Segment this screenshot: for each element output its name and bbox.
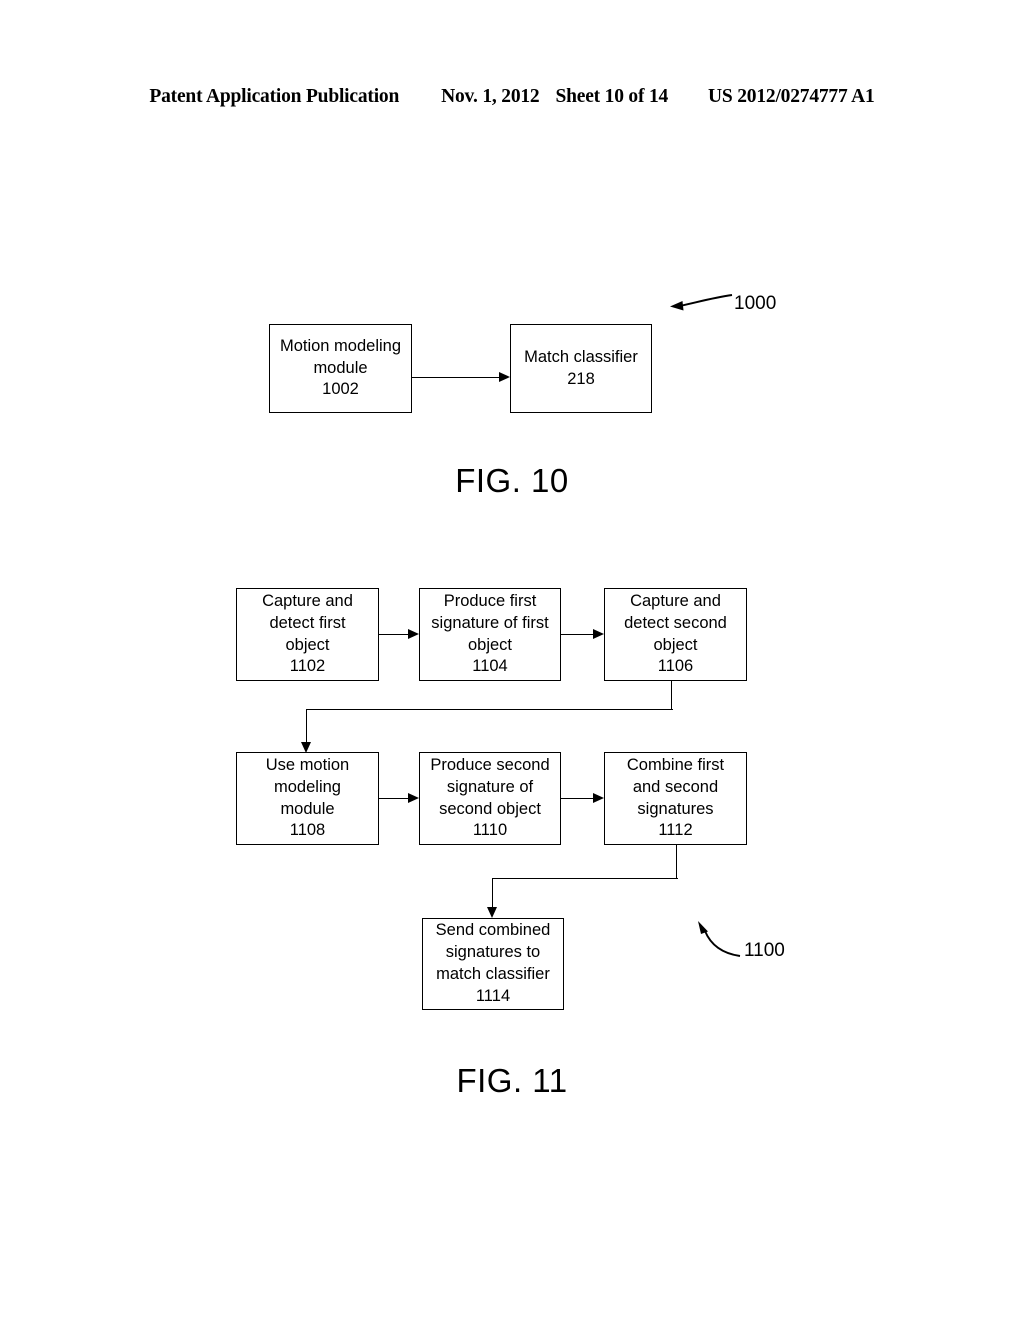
box-1104-line-1: Produce first [443,591,537,610]
box-1110-line-2: signature of [446,777,534,796]
box-1002-line-2: module [313,358,368,377]
box-1108-line-4: 1108 [289,821,326,840]
box-1114-line-3: match classifier [436,965,550,983]
box-1114-line-2: signatures to [445,943,541,962]
box-1112-line-4: 1112 [658,821,693,840]
box-1102-line-2: detect first [269,613,346,632]
box-1106-line-3: object [653,635,698,654]
flowchart-box-218: Match classifier 218 [510,324,652,413]
connector-1106-to-1108-seg-left [306,709,673,710]
box-1102-line-3: object [285,635,330,654]
box-1106-line-1: Capture and [630,591,721,610]
box-1002-line-1: Motion modeling [279,336,402,355]
box-218-line-2: 218 [567,369,595,388]
reference-number-1100: 1100 [744,940,785,961]
figure-11-caption: FIG. 11 [456,1062,568,1099]
box-1002-line-3: 1002 [322,380,359,399]
flowchart-box-1114: Send combined signatures to match classi… [422,918,564,1010]
arrowhead-1002-to-218 [499,371,510,382]
box-218-line-1: Match classifier [524,347,638,366]
box-1104-line-2: signature of first [431,613,549,632]
page-header: Patent Application Publication Nov. 1, 2… [0,86,1024,108]
box-1110-line-3: second object [439,799,541,818]
arrowhead-1110-to-1112 [593,792,604,803]
flowchart-box-1002: Motion modeling module 1002 [269,324,412,413]
connector-1102-to-1104 [379,634,408,635]
figure-10-caption: FIG. 10 [455,462,569,499]
flowchart-box-1110: Produce second signature of second objec… [419,752,561,845]
box-1112-line-3: signatures [637,799,714,818]
connector-1104-to-1106 [561,634,593,635]
box-1114-line-1: Send combined [435,921,551,940]
arrowhead-1108-to-1110 [408,792,419,803]
connector-1108-to-1110 [379,798,408,799]
box-1112-line-2: and second [632,777,719,796]
flowchart-box-1102: Capture and detect first object 1102 [236,588,379,681]
connector-1106-to-1108-seg-down [671,681,672,709]
box-1110-line-1: Produce second [430,755,550,774]
reference-lead-line-1100 [698,921,741,957]
connector-1112-to-1114-seg-left [492,878,678,879]
flowchart-box-1104: Produce first signature of first object … [419,588,561,681]
connector-1106-to-1108-seg-drop [306,709,307,742]
box-1102-line-4: 1102 [289,657,326,676]
box-1104-line-4: 1104 [472,657,508,676]
header-patent-number: US 2012/0274777 A1 [708,86,875,107]
connector-1002-to-218 [412,377,499,378]
arrowhead-1112-to-1114 [486,907,497,918]
flowchart-box-1106: Capture and detect second object 1106 [604,588,747,681]
box-1114-line-4: 1114 [475,986,511,1005]
box-1112-line-1: Combine first [626,755,725,774]
header-date: Nov. 1, 2012 [441,86,540,107]
box-1106-line-4: 1106 [657,657,694,676]
box-1106-line-2: detect second [624,613,727,632]
arrowhead-1102-to-1104 [408,628,419,639]
flowchart-box-1112: Combine first and second signatures 1112 [604,752,747,845]
connector-1112-to-1114-seg-drop [492,878,493,907]
reference-number-1000: 1000 [734,293,777,314]
box-1108-line-3: module [280,799,335,818]
box-1108-line-2: modeling [274,777,341,796]
box-1108-line-1: Use motion [265,755,350,774]
arrowhead-1104-to-1106 [593,628,604,639]
box-1110-line-4: 1110 [472,821,508,840]
header-sheet: Sheet 10 of 14 [555,86,669,107]
connector-1112-to-1114-seg-down [676,845,677,878]
connector-1110-to-1112 [561,798,593,799]
reference-lead-line-1000 [670,294,733,311]
box-1104-line-3: object [467,635,513,654]
flowchart-box-1108: Use motion modeling module 1108 [236,752,379,845]
box-1102-line-1: Capture and [262,591,353,610]
header-publication: Patent Application Publication [149,86,400,107]
